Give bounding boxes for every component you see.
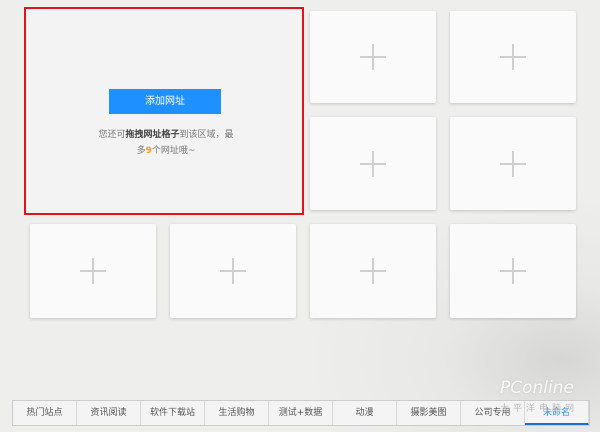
plus-icon	[360, 150, 386, 177]
plus-icon	[220, 258, 246, 284]
empty-tile[interactable]	[450, 11, 576, 103]
add-url-button[interactable]: 添加网址	[109, 89, 221, 114]
hint-bold: 拖拽网址格子	[125, 130, 180, 140]
tab-news[interactable]: 资讯阅读	[77, 401, 141, 425]
tab-unnamed[interactable]: 未命名	[525, 401, 589, 425]
add-url-hint: 您还可拖拽网址格子到该区域，最多9个网址哦~	[96, 127, 236, 159]
empty-tile[interactable]	[450, 224, 576, 318]
empty-tile[interactable]	[310, 224, 436, 318]
empty-tile[interactable]	[30, 224, 156, 318]
category-tabs: 热门站点 资讯阅读 软件下载站 生活购物 测试+数据 动漫 摄影美图 公司专用 …	[12, 400, 590, 426]
tab-photo[interactable]: 摄影美图	[397, 401, 461, 425]
empty-tile[interactable]	[310, 117, 436, 210]
empty-tile[interactable]	[450, 117, 576, 210]
add-url-panel: 添加网址 您还可拖拽网址格子到该区域，最多9个网址哦~	[24, 7, 304, 215]
hint-text: 您还可	[98, 130, 126, 140]
tab-hot-sites[interactable]: 热门站点	[13, 401, 77, 425]
hint-text: 个网址哦~	[151, 146, 196, 156]
watermark-logo: PConline	[500, 378, 574, 398]
plus-icon	[500, 44, 526, 70]
plus-icon	[80, 258, 106, 284]
tab-software[interactable]: 软件下载站	[141, 401, 205, 425]
plus-icon	[360, 44, 386, 70]
empty-tile[interactable]	[170, 224, 296, 318]
plus-icon	[360, 258, 386, 284]
plus-icon	[500, 150, 526, 177]
tab-shopping[interactable]: 生活购物	[205, 401, 269, 425]
tab-anime[interactable]: 动漫	[333, 401, 397, 425]
tab-tests[interactable]: 测试+数据	[269, 401, 333, 425]
tab-company[interactable]: 公司专用	[461, 401, 525, 425]
plus-icon	[500, 258, 526, 284]
empty-tile[interactable]	[310, 11, 436, 103]
